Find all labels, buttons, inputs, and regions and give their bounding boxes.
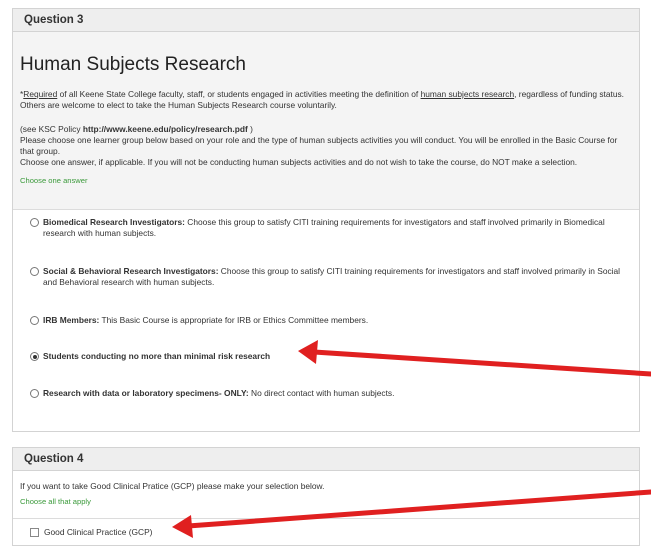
radio-button[interactable]: [30, 267, 39, 276]
gcp-checkbox-option[interactable]: Good Clinical Practice (GCP): [30, 527, 153, 538]
policy-link[interactable]: http://www.keene.edu/policy/research.pdf: [83, 124, 248, 134]
option-students-minimal-risk[interactable]: Students conducting no more than minimal…: [30, 351, 629, 362]
gcp-checkbox-label: Good Clinical Practice (GCP): [44, 527, 153, 537]
instruction-2: Choose one answer, if applicable. If you…: [20, 157, 578, 168]
option-label: Biomedical Research Investigators:: [43, 217, 185, 227]
question-4-body: If you want to take Good Clinical Pratic…: [13, 471, 639, 506]
gcp-instruction: If you want to take Good Clinical Pratic…: [20, 481, 325, 491]
option-label: Research with data or laboratory specime…: [43, 388, 249, 398]
option-description: No direct contact with human subjects.: [248, 388, 395, 398]
question-3-title: Human Subjects Research: [20, 54, 246, 75]
question-3-header: Question 3: [13, 9, 639, 32]
radio-button[interactable]: [30, 218, 39, 227]
human-subjects-research-link[interactable]: human subjects research: [421, 89, 515, 99]
choose-all-hint: Choose all that apply: [20, 497, 91, 507]
option-description: This Basic Course is appropriate for IRB…: [99, 315, 369, 325]
policy-line: (see KSC Policy http://www.keene.edu/pol…: [20, 124, 631, 135]
instruction-1: Please choose one learner group below ba…: [20, 134, 618, 157]
question-3-description: Human Subjects Research *Required of all…: [13, 32, 639, 210]
option-irb-members[interactable]: IRB Members: This Basic Course is approp…: [30, 315, 629, 326]
option-label: Students conducting no more than minimal…: [43, 351, 271, 361]
option-data-specimens-only[interactable]: Research with data or laboratory specime…: [30, 388, 629, 399]
radio-button-selected[interactable]: [30, 352, 39, 361]
policy-suffix: ): [247, 123, 253, 134]
option-biomedical[interactable]: Biomedical Research Investigators: Choos…: [30, 217, 629, 240]
divider: [13, 518, 639, 519]
option-social-behavioral[interactable]: Social & Behavioral Research Investigato…: [30, 266, 629, 289]
option-label: Social & Behavioral Research Investigato…: [43, 266, 219, 276]
requirement-paragraph: *Required of all Keene State College fac…: [20, 89, 631, 112]
required-link[interactable]: Required: [23, 89, 57, 99]
radio-button[interactable]: [30, 389, 39, 398]
choose-one-hint: Choose one answer: [20, 175, 88, 185]
policy-prefix: (see KSC Policy: [20, 123, 83, 134]
requirement-text: of all Keene State College faculty, staf…: [57, 89, 421, 99]
radio-button[interactable]: [30, 316, 39, 325]
question-4-header: Question 4: [13, 448, 639, 471]
question-3-card: Question 3 Human Subjects Research *Requ…: [12, 8, 640, 432]
option-label: IRB Members:: [43, 315, 100, 325]
gcp-checkbox[interactable]: [30, 528, 39, 538]
question-4-card: Question 4 If you want to take Good Clin…: [12, 447, 640, 546]
